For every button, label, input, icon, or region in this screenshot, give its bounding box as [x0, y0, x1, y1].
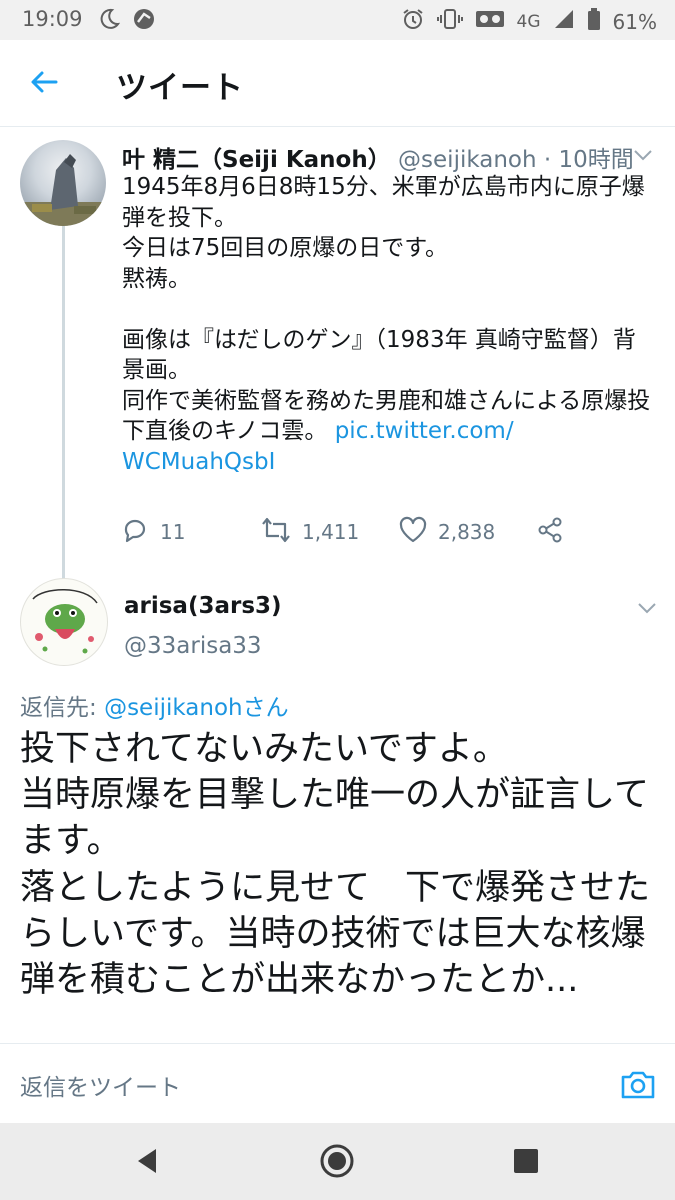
- arrow-left-icon[interactable]: [26, 64, 62, 100]
- reply-icon: [122, 516, 150, 549]
- avatar[interactable]: [20, 578, 108, 666]
- author-handle[interactable]: @seijikanoh: [398, 147, 537, 173]
- vibrate-icon: [436, 7, 463, 36]
- status-bar: 19:09 4G 61%: [0, 0, 675, 40]
- replying-to: 返信先: @seijikanohさん: [20, 688, 289, 722]
- thread-connector: [62, 226, 65, 581]
- back-triangle-icon[interactable]: [130, 1143, 166, 1179]
- system-nav-bar: [0, 1123, 675, 1200]
- avatar[interactable]: [20, 140, 106, 226]
- tweet-actions: 11 1,411 2,838: [122, 514, 592, 550]
- replying-prefix: 返信先:: [20, 695, 105, 721]
- tweet-text: 1945年8月6日8時15分、米軍が広島市内に原子爆弾を投下。 今日は75回目の…: [122, 172, 657, 477]
- like-button[interactable]: 2,838: [398, 514, 495, 550]
- meta-separator: ·: [536, 147, 559, 173]
- share-icon: [536, 516, 564, 549]
- signal-icon: [553, 8, 575, 35]
- author-handle[interactable]: @33arisa33: [124, 633, 262, 659]
- chevron-down-icon[interactable]: [636, 597, 658, 619]
- reply-input[interactable]: 返信をツイート: [20, 1068, 580, 1102]
- app-icon: [132, 7, 156, 36]
- reply-composer: 返信をツイート: [0, 1043, 675, 1124]
- share-button[interactable]: [536, 514, 564, 550]
- status-time: 19:09: [22, 7, 83, 31]
- reply-count: 11: [160, 520, 186, 544]
- recents-square-icon[interactable]: [508, 1143, 544, 1179]
- reply-button[interactable]: 11: [122, 514, 185, 550]
- page-title: ツイート: [116, 70, 244, 106]
- tweet-time[interactable]: 10時間: [559, 147, 634, 173]
- app-header: ツイート: [0, 40, 675, 127]
- like-count: 2,838: [438, 520, 496, 544]
- battery-icon: [587, 7, 601, 36]
- author-name[interactable]: arisa(3ars3): [124, 593, 282, 619]
- retweet-count: 1,411: [302, 520, 360, 544]
- replying-handle-link[interactable]: @seijikanoh: [104, 695, 243, 721]
- battery-percent: 61%: [612, 9, 657, 34]
- tweet-text: 投下されてないみたいですよ。 当時原爆を目撃した唯一の人が証言してます。 落とし…: [20, 729, 651, 1001]
- moon-icon: [98, 7, 121, 36]
- retweet-icon: [260, 516, 292, 549]
- voicemail-icon: [475, 7, 505, 36]
- chevron-down-icon[interactable]: [632, 144, 654, 166]
- retweet-button[interactable]: 1,411: [260, 514, 359, 550]
- alarm-icon: [401, 7, 425, 36]
- tweet-text-body: 1945年8月6日8時15分、米軍が広島市内に原子爆弾を投下。 今日は75回目の…: [122, 174, 651, 444]
- network-type: 4G: [516, 11, 541, 32]
- author-name[interactable]: 叶 精二（Seiji Kanoh）: [122, 147, 391, 173]
- tweet-header: 叶 精二（Seiji Kanoh） @seijikanoh · 10時間: [122, 140, 652, 174]
- heart-icon: [398, 516, 428, 549]
- camera-icon[interactable]: [618, 1064, 658, 1104]
- home-circle-icon[interactable]: [319, 1143, 355, 1179]
- replying-suffix: さん: [242, 695, 289, 721]
